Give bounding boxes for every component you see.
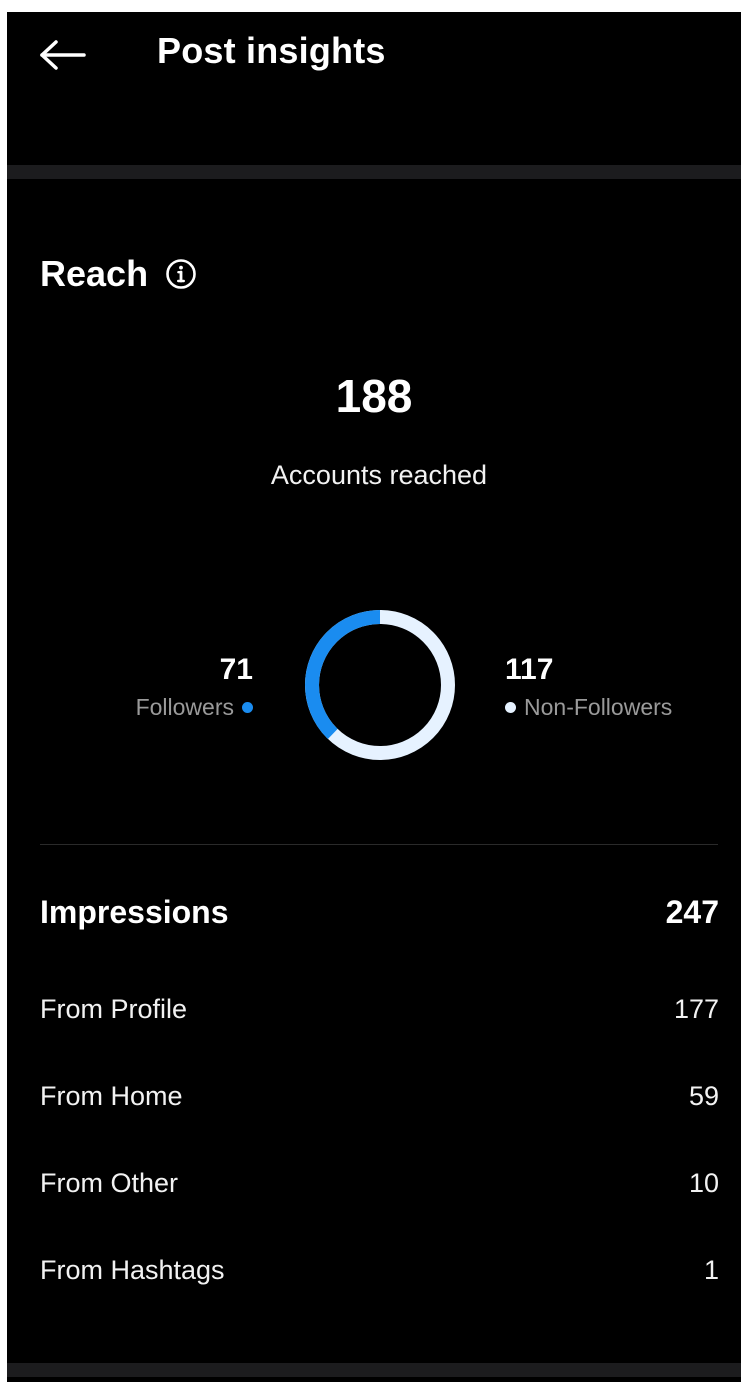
source-label: From Home [40,1081,183,1111]
non-followers-legend: Non-Followers [505,692,672,722]
info-icon[interactable] [164,257,198,291]
impression-source-row: From Profile 177 [40,994,719,1025]
impression-source-row: From Home 59 [40,1081,719,1112]
source-value: 1 [703,1255,719,1285]
impressions-total: 247 [665,894,719,930]
post-insights-screen: Post insights Reach 188 Accounts reached… [7,12,741,1382]
section-divider [7,165,741,179]
followers-legend: Followers [136,692,253,722]
reach-title: Reach [40,253,149,294]
section-divider [7,1363,741,1377]
impressions-header: Impressions 247 [40,894,719,931]
accounts-reached-label: Accounts reached [270,460,488,490]
non-followers-label: Non-Followers [524,694,673,720]
source-label: From Other [40,1168,179,1198]
source-value: 177 [673,994,719,1024]
page-title: Post insights [157,30,386,71]
followers-count: 71 [219,653,253,686]
source-label: From Profile [40,994,188,1024]
non-followers-stat: 117 Non-Followers [505,652,672,722]
back-button[interactable] [33,30,93,80]
non-followers-count: 117 [505,653,554,686]
source-value: 10 [688,1168,719,1198]
source-value: 59 [688,1081,719,1111]
accounts-reached-count: 188 [335,370,413,422]
divider [40,844,718,845]
reach-donut-chart [305,610,455,760]
followers-label: Followers [135,694,234,720]
impression-source-row: From Other 10 [40,1168,719,1199]
source-label: From Hashtags [40,1255,225,1285]
reach-heading: Reach [40,252,198,296]
arrow-left-icon [40,40,86,70]
impressions-title: Impressions [40,894,229,930]
followers-stat: 71 Followers [136,652,253,722]
followers-dot [242,701,253,713]
non-followers-dot [505,701,516,713]
impression-source-row: From Hashtags 1 [40,1255,719,1286]
